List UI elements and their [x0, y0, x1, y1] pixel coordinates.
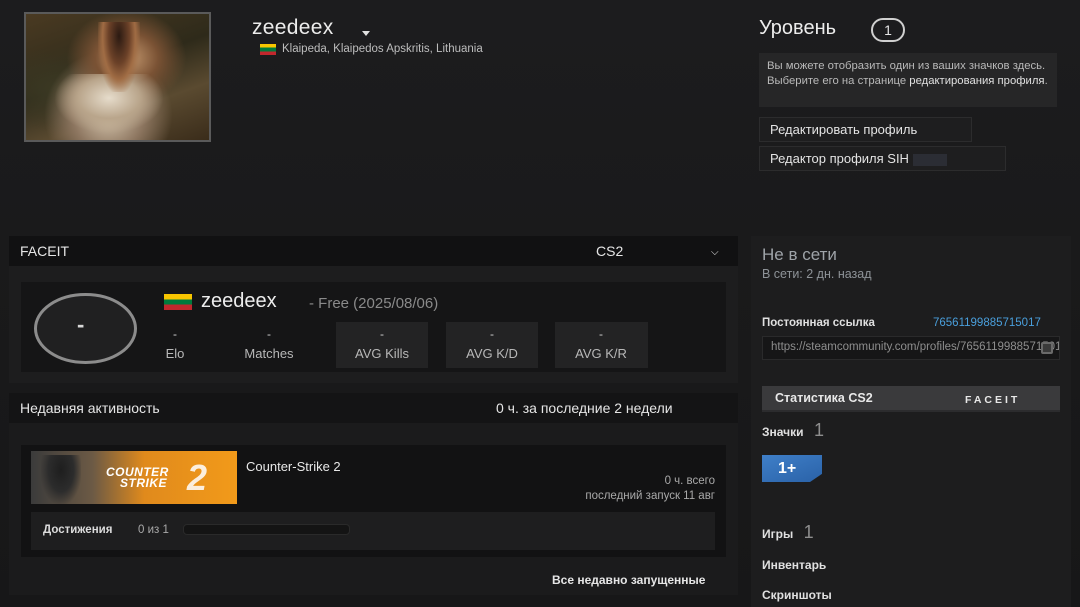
location-text: Klaipeda, Klaipedos Apskritis, Lithuania [282, 43, 483, 55]
capsule-logo-text: COUNTER STRIKE [106, 465, 169, 490]
profile-username[interactable]: zeedeex [252, 16, 334, 40]
profile-location: Klaipeda, Klaipedos Apskritis, Lithuania [260, 43, 483, 55]
stat-matches-label: Matches [244, 346, 294, 361]
recent-activity-title: Недавняя активность [20, 400, 160, 416]
level-badge: 1 [871, 18, 905, 42]
stat-kills-value: - [380, 327, 384, 341]
faceit-level-ring [33, 292, 138, 365]
edit-profile-button[interactable]: Редактировать профиль [759, 117, 972, 142]
profile-avatar [24, 12, 211, 142]
stat-kd-value: - [490, 327, 494, 341]
games-label: Игры [762, 527, 794, 541]
level-title: Уровень [759, 17, 837, 39]
permanent-link-label: Постоянная ссылка [762, 317, 875, 329]
online-status: Не в сети [762, 245, 837, 264]
edit-profile-link[interactable]: редактирования профиля [909, 75, 1044, 87]
badges-section[interactable]: Значки 1 [762, 420, 824, 441]
screenshots-link[interactable]: Скриншоты [762, 588, 832, 602]
faceit-header [9, 236, 738, 266]
sih-profile-editor-button[interactable]: Редактор профиля SIH [759, 146, 1006, 171]
all-recent-games-link[interactable]: Все недавно запущенные [552, 573, 705, 587]
faceit-lithuania-flag-icon [164, 294, 192, 315]
faceit-label: FACEIT [20, 243, 70, 259]
game-last-played: последний запуск 11 авг [585, 490, 715, 502]
username-dropdown-icon[interactable] [362, 31, 370, 36]
achievements-bar[interactable] [31, 512, 715, 550]
faceit-membership: - Free (2025/08/06) [309, 295, 439, 312]
badges-count: 1 [813, 420, 824, 440]
stat-kd-label: AVG K/D [466, 346, 518, 361]
copy-icon[interactable] [1041, 342, 1053, 354]
cs2-capsule-image[interactable]: COUNTER STRIKE 2 [31, 451, 237, 504]
sih-tag-icon [912, 153, 947, 166]
faceit-level-value: - [77, 312, 85, 337]
games-section[interactable]: Игры 1 [762, 522, 814, 543]
stat-kills-label: AVG Kills [355, 346, 409, 361]
badges-label: Значки [762, 425, 804, 439]
chevron-down-icon[interactable]: ⌵ [711, 247, 719, 258]
capsule-soldier [41, 455, 81, 504]
achievements-label: Достижения [43, 524, 113, 536]
recent-activity-hours: 0 ч. за последние 2 недели [496, 400, 673, 416]
faceit-logo: FACEIT [965, 394, 1021, 406]
last-online: В сети: 2 дн. назад [762, 267, 872, 281]
achievements-progress-bar [183, 524, 350, 535]
badge-tile[interactable]: 1+ [762, 455, 822, 482]
stat-kr-label: AVG K/R [575, 346, 627, 361]
game-name-link[interactable]: Counter-Strike 2 [246, 459, 341, 474]
faceit-nickname[interactable]: zeedeex [201, 290, 277, 313]
capsule-logo-number: 2 [187, 457, 208, 498]
badge-info-end: . [1044, 75, 1048, 87]
game-total-hours: 0 ч. всего [664, 475, 715, 487]
lithuania-flag-icon [260, 43, 276, 55]
games-count: 1 [803, 522, 814, 542]
stat-elo-value: - [173, 327, 177, 341]
sih-button-label: Редактор профиля SIH [770, 151, 909, 166]
game-select[interactable]: CS2 [596, 243, 623, 259]
stat-matches-value: - [267, 327, 271, 341]
badge-info-box: Вы можете отобразить один из ваших значк… [759, 53, 1057, 107]
stat-kr-value: - [599, 327, 603, 341]
steamid-link[interactable]: 76561199885715017 [933, 317, 1041, 329]
avatar-rider [98, 22, 140, 92]
stat-elo-label: Elo [165, 346, 185, 361]
achievements-count: 0 из 1 [138, 524, 169, 536]
inventory-link[interactable]: Инвентарь [762, 558, 826, 572]
profile-url-field[interactable]: https://steamcommunity.com/profiles/7656… [762, 336, 1060, 360]
cs2-stats-label: Статистика CS2 [775, 391, 873, 405]
